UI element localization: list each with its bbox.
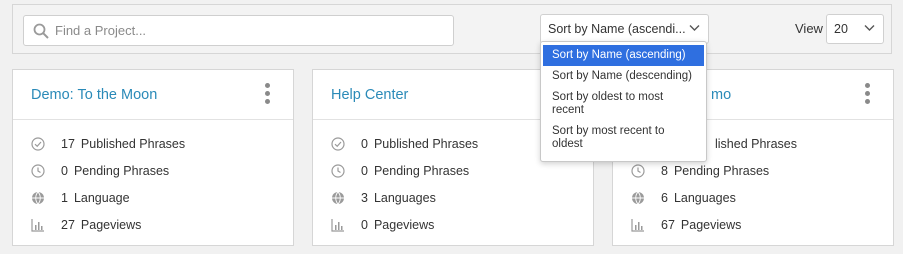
stat-languages: 3 Languages [331, 191, 436, 205]
search-box[interactable] [23, 15, 454, 46]
sort-option-name-descending[interactable]: Sort by Name (descending) [543, 66, 704, 87]
pending-count: 8 [661, 164, 668, 178]
pageviews-label: Pageviews [80, 218, 142, 232]
sort-option-oldest-first[interactable]: Sort by oldest to most recent [543, 87, 704, 121]
languages-label: Languages [673, 191, 736, 205]
published-label: Published Phrases [80, 137, 186, 151]
check-circle-icon [331, 137, 345, 151]
search-input[interactable] [55, 16, 445, 45]
view-count-select[interactable]: 20 [826, 14, 884, 44]
stat-published: 0 Published Phrases [331, 137, 478, 151]
stat-pending: 0 Pending Phrases [31, 164, 169, 178]
sort-selected-label: Sort by Name (ascendi... [548, 22, 686, 36]
languages-label: Language [73, 191, 130, 205]
sort-option-newest-first[interactable]: Sort by most recent to oldest [543, 121, 704, 155]
toolbar: Sort by Name (ascendi... View 20 [12, 4, 892, 54]
project-title[interactable]: mo [711, 87, 731, 103]
bar-chart-icon [331, 219, 344, 232]
languages-count: 3 [361, 191, 368, 205]
pending-count: 0 [361, 164, 368, 178]
project-card: Demo: To the Moon 17 Published Phrases 0… [12, 69, 294, 246]
check-circle-icon [31, 137, 45, 151]
project-title[interactable]: Demo: To the Moon [31, 87, 157, 103]
pageviews-count: 27 [61, 218, 75, 232]
bar-chart-icon [631, 219, 644, 232]
stat-pending: 8 Pending Phrases [631, 164, 769, 178]
stat-pending: 0 Pending Phrases [331, 164, 469, 178]
search-icon [33, 23, 49, 39]
card-header: Demo: To the Moon [13, 70, 293, 120]
globe-icon [32, 191, 44, 205]
stat-published: 17 Published Phrases [31, 137, 185, 151]
more-options-icon[interactable] [265, 83, 271, 105]
sort-dropdown-menu: Sort by Name (ascending) Sort by Name (d… [540, 41, 707, 162]
languages-count: 6 [661, 191, 668, 205]
languages-label: Languages [373, 191, 436, 205]
globe-icon [332, 191, 344, 205]
pending-label: Pending Phrases [73, 164, 170, 178]
stat-pageviews: 0 Pageviews [331, 218, 434, 232]
clock-icon [331, 164, 345, 178]
stat-languages: 1 Language [31, 191, 130, 205]
pageviews-label: Pageviews [373, 218, 435, 232]
view-label: View [795, 21, 823, 36]
sort-option-name-ascending[interactable]: Sort by Name (ascending) [543, 45, 704, 66]
published-count: 0 [361, 137, 368, 151]
chevron-down-icon [689, 25, 700, 31]
pageviews-label: Pageviews [680, 218, 742, 232]
published-label: lished Phrases [715, 137, 797, 151]
sort-select[interactable]: Sort by Name (ascendi... [540, 14, 709, 44]
clock-icon [631, 164, 645, 178]
chevron-down-icon [864, 25, 875, 31]
view-count-value: 20 [834, 22, 848, 36]
pageviews-count: 67 [661, 218, 675, 232]
published-label: Published Phrases [373, 137, 479, 151]
pending-label: Pending Phrases [673, 164, 770, 178]
stat-pageviews: 67 Pageviews [631, 218, 741, 232]
stat-languages: 6 Languages [631, 191, 736, 205]
globe-icon [632, 191, 644, 205]
pageviews-count: 0 [361, 218, 368, 232]
pending-label: Pending Phrases [373, 164, 470, 178]
bar-chart-icon [31, 219, 44, 232]
pending-count: 0 [61, 164, 68, 178]
project-title[interactable]: Help Center [331, 87, 408, 103]
published-count: 17 [61, 137, 75, 151]
languages-count: 1 [61, 191, 68, 205]
more-options-icon[interactable] [865, 83, 871, 105]
clock-icon [31, 164, 45, 178]
stat-pageviews: 27 Pageviews [31, 218, 141, 232]
